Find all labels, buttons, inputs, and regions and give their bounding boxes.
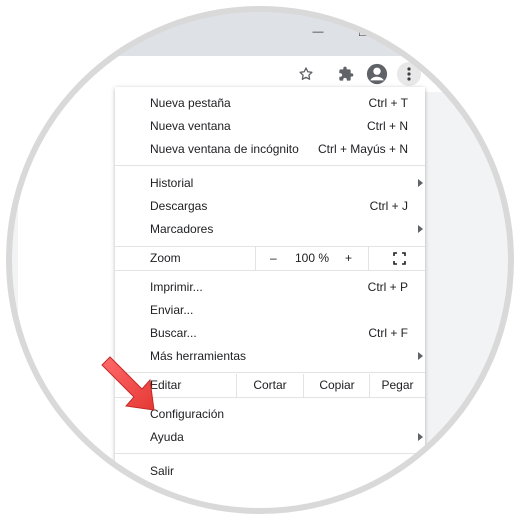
menu-item-label: Enviar... — [150, 303, 194, 317]
menu-item-label: Configuración — [150, 407, 225, 421]
account-circle-icon — [366, 63, 388, 85]
submenu-arrow-icon — [418, 179, 423, 187]
minimize-icon: — — [312, 26, 324, 38]
bookmark-star-button[interactable] — [294, 62, 318, 86]
menu-item-label: Más herramientas — [150, 349, 247, 363]
restore-icon: ❐ — [358, 24, 370, 39]
menu-separator — [115, 372, 425, 373]
menu-separator — [115, 270, 425, 271]
menu-item-label: Nueva ventana de incógnito — [150, 142, 299, 156]
menu-item-label: Salir — [150, 464, 175, 478]
star-outline-icon — [299, 67, 313, 80]
menu-item-label: Marcadores — [150, 222, 214, 236]
chrome-main-menu: Nueva pestaña Ctrl + T Nueva ventana Ctr… — [115, 87, 425, 520]
menu-item-new-incognito-window[interactable]: Nueva ventana de incógnito Ctrl + Mayús … — [115, 138, 425, 161]
copy-button[interactable]: Copiar — [304, 378, 370, 392]
browser-titlebar: — ❐ — [0, 0, 520, 56]
menu-item-label: Buscar... — [150, 326, 197, 340]
menu-item-shortcut: Ctrl + N — [366, 119, 408, 133]
minimize-button[interactable]: — — [298, 18, 338, 46]
red-arrow-icon — [101, 356, 155, 411]
submenu-arrow-icon — [418, 433, 423, 441]
menu-item-find[interactable]: Buscar... Ctrl + F — [115, 322, 425, 345]
menu-item-history[interactable]: Historial — [115, 172, 425, 195]
menu-item-label: Ayuda — [150, 430, 184, 444]
menu-item-label: Imprimir... — [150, 280, 203, 294]
puzzle-icon — [339, 66, 354, 81]
menu-item-new-tab[interactable]: Nueva pestaña Ctrl + T — [115, 92, 425, 115]
menu-item-downloads[interactable]: Descargas Ctrl + J — [115, 195, 425, 218]
menu-separator — [115, 453, 425, 454]
paste-button[interactable]: Pegar — [370, 378, 425, 392]
menu-item-exit[interactable]: Salir — [115, 460, 425, 483]
menu-item-shortcut: Ctrl + T — [368, 96, 408, 110]
menu-item-more-tools[interactable]: Más herramientas — [115, 345, 425, 368]
profile-button[interactable] — [365, 62, 389, 86]
menu-item-label: Historial — [150, 176, 194, 190]
fullscreen-icon[interactable] — [393, 252, 406, 265]
screenshot-stage: — ❐ Nueva pestaña Ctrl + T Nueva ventana… — [0, 0, 520, 520]
vertical-dots-icon — [407, 67, 411, 81]
menu-item-shortcut: Ctrl + J — [369, 199, 408, 213]
zoom-out-button[interactable]: – — [270, 251, 277, 265]
menu-item-shortcut: Ctrl + Mayús + N — [317, 142, 408, 156]
menu-item-label: Nueva ventana — [150, 119, 231, 133]
restore-button[interactable]: ❐ — [344, 18, 384, 46]
zoom-divider — [368, 247, 369, 270]
menu-item-shortcut: Ctrl + P — [367, 280, 408, 294]
chrome-menu-button[interactable] — [397, 62, 421, 86]
zoom-level-value: 100 % — [295, 251, 330, 265]
menu-item-help[interactable]: Ayuda — [115, 426, 425, 449]
menu-item-bookmarks[interactable]: Marcadores — [115, 218, 425, 241]
zoom-in-button[interactable]: + — [345, 251, 352, 265]
cut-button[interactable]: Cortar — [237, 378, 303, 392]
menu-item-shortcut: Ctrl + F — [368, 326, 408, 340]
menu-item-new-window[interactable]: Nueva ventana Ctrl + N — [115, 115, 425, 138]
page-content-right — [425, 92, 520, 520]
submenu-arrow-icon — [418, 225, 423, 233]
extensions-button[interactable] — [334, 62, 358, 86]
menu-item-settings[interactable]: Configuración — [115, 403, 425, 426]
menu-separator — [115, 165, 425, 166]
zoom-row: Zoom – 100 % + — [115, 247, 425, 270]
submenu-arrow-icon — [418, 352, 423, 360]
edit-row: Editar Cortar Copiar Pegar — [115, 374, 425, 397]
menu-item-print[interactable]: Imprimir... Ctrl + P — [115, 276, 425, 299]
menu-item-cast[interactable]: Enviar... — [115, 299, 425, 322]
zoom-label: Zoom — [150, 251, 181, 265]
menu-item-label: Descargas — [150, 199, 208, 213]
menu-item-label: Nueva pestaña — [150, 96, 231, 110]
page-left-gutter — [0, 92, 18, 520]
menu-separator — [115, 397, 425, 398]
zoom-divider — [255, 247, 256, 270]
